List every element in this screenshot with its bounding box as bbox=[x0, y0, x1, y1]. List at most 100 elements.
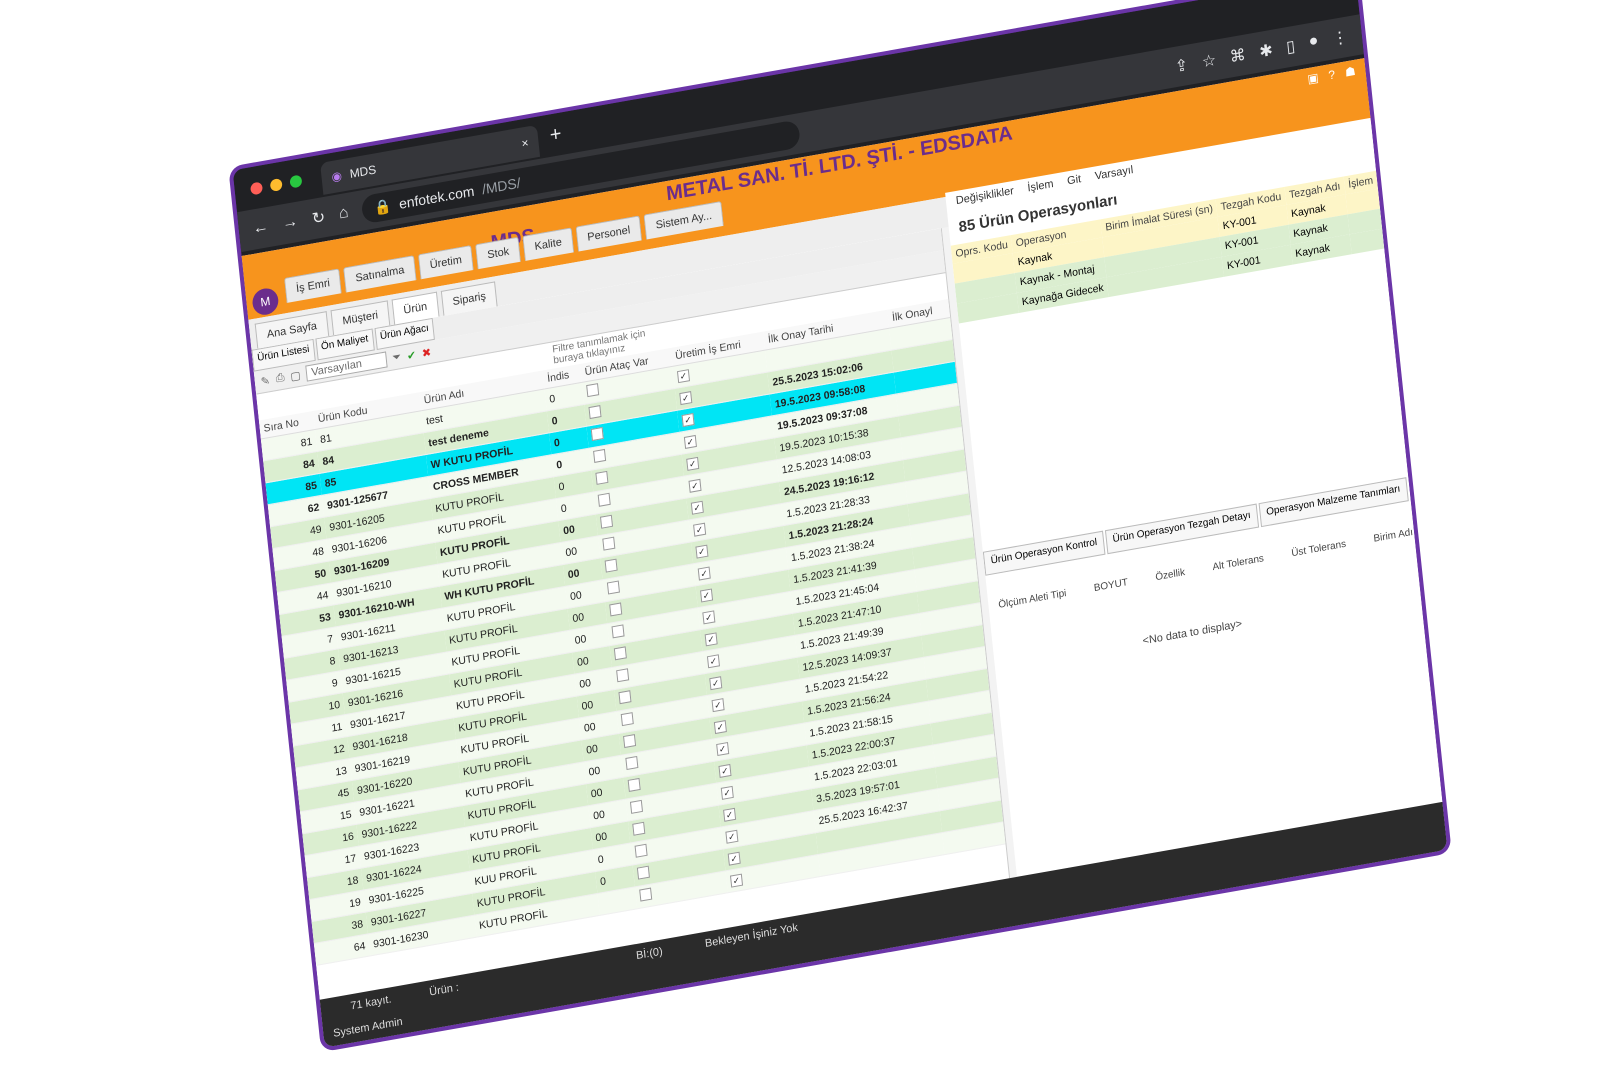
module-tab[interactable]: Personel bbox=[575, 215, 643, 252]
chevron-down-icon[interactable]: ⌄ bbox=[1331, 0, 1344, 2]
atac-checkbox[interactable] bbox=[602, 536, 616, 551]
atac-checkbox[interactable] bbox=[613, 646, 627, 661]
atac-checkbox[interactable] bbox=[606, 580, 621, 595]
atac-checkbox[interactable] bbox=[618, 690, 632, 705]
detail-tab[interactable]: Ürün Operasyon Tezgah Detayı bbox=[1104, 503, 1259, 555]
is-emri-checkbox[interactable]: ✓ bbox=[720, 785, 734, 800]
atac-checkbox[interactable] bbox=[625, 755, 639, 770]
atac-checkbox[interactable] bbox=[597, 492, 611, 507]
control-column-header[interactable]: Birim Adı bbox=[1373, 527, 1414, 545]
atac-checkbox[interactable] bbox=[634, 843, 648, 858]
is-emri-checkbox[interactable]: ✓ bbox=[688, 478, 702, 493]
atac-checkbox[interactable] bbox=[609, 602, 623, 617]
control-column-header[interactable]: BOYUT bbox=[1093, 577, 1128, 594]
tab-close-icon[interactable]: × bbox=[521, 136, 529, 151]
atac-checkbox[interactable] bbox=[588, 405, 602, 420]
atac-checkbox[interactable] bbox=[639, 887, 653, 902]
new-icon[interactable]: ▢ bbox=[290, 368, 302, 383]
help-icon[interactable]: ? bbox=[1328, 67, 1336, 82]
minimize-icon[interactable] bbox=[269, 177, 283, 192]
product-label: Ürün : bbox=[428, 981, 460, 999]
approve-icon[interactable]: ✔ bbox=[406, 348, 416, 363]
is-emri-checkbox[interactable]: ✓ bbox=[725, 829, 739, 844]
is-emri-checkbox[interactable]: ✓ bbox=[718, 763, 732, 778]
close-icon[interactable] bbox=[249, 181, 264, 196]
is-emri-checkbox[interactable]: ✓ bbox=[676, 368, 690, 383]
control-column-header[interactable]: Alt Tolerans bbox=[1212, 553, 1264, 573]
goto-button[interactable]: Git bbox=[1067, 173, 1082, 187]
ops-action bbox=[1349, 229, 1384, 255]
module-tab[interactable]: İş Emri bbox=[283, 268, 342, 303]
control-column-header[interactable]: Ölçüm Aleti Tipi bbox=[998, 588, 1067, 611]
module-tab[interactable]: Üretim bbox=[417, 245, 474, 280]
module-tab[interactable]: Kalite bbox=[522, 227, 574, 261]
is-emri-checkbox[interactable]: ✓ bbox=[715, 741, 730, 756]
star-icon[interactable]: ☆ bbox=[1201, 50, 1217, 72]
detail-tab[interactable]: Ürün Operasyon Kontrol bbox=[982, 530, 1106, 576]
detail-tab[interactable]: Operasyon Malzeme Tanımları bbox=[1258, 477, 1409, 528]
atac-checkbox[interactable] bbox=[627, 777, 641, 792]
delete-icon[interactable]: ✖ bbox=[421, 345, 431, 360]
atac-checkbox[interactable] bbox=[593, 448, 607, 463]
control-column-header[interactable]: Özellik bbox=[1155, 567, 1186, 583]
reload-icon[interactable]: ↻ bbox=[311, 207, 326, 229]
atac-checkbox[interactable] bbox=[636, 865, 651, 880]
is-emri-checkbox[interactable]: ✓ bbox=[692, 522, 707, 537]
edit-icon[interactable]: ✎ bbox=[260, 374, 270, 389]
is-emri-checkbox[interactable]: ✓ bbox=[690, 500, 704, 515]
menu-icon[interactable]: ⋮ bbox=[1331, 27, 1349, 50]
is-emri-checkbox[interactable]: ✓ bbox=[697, 566, 711, 581]
atac-checkbox[interactable] bbox=[586, 383, 600, 398]
filter-icon[interactable]: ⏷ bbox=[392, 350, 402, 364]
atac-checkbox[interactable] bbox=[632, 821, 646, 836]
stage: ◉ MDS × + ⌄ ← → ↻ ⌂ 🔒 enfotek.com/MDS/ ⇪… bbox=[0, 0, 1608, 1080]
is-emri-checkbox[interactable]: ✓ bbox=[722, 807, 736, 822]
atac-checkbox[interactable] bbox=[595, 470, 609, 485]
is-emri-checkbox[interactable]: ✓ bbox=[681, 412, 695, 427]
atac-checkbox[interactable] bbox=[620, 712, 634, 727]
is-emri-checkbox[interactable]: ✓ bbox=[713, 719, 727, 734]
record-count: 71 kayıt. bbox=[349, 993, 393, 1013]
is-emri-checkbox[interactable]: ✓ bbox=[706, 653, 720, 668]
atac-checkbox[interactable] bbox=[623, 734, 637, 749]
atac-checkbox[interactable] bbox=[604, 558, 618, 573]
is-emri-checkbox[interactable]: ✓ bbox=[695, 544, 709, 559]
is-emri-checkbox[interactable]: ✓ bbox=[683, 434, 697, 449]
logo-icon: M bbox=[251, 286, 280, 317]
atac-checkbox[interactable] bbox=[611, 624, 625, 639]
share-icon[interactable]: ⇪ bbox=[1174, 55, 1189, 77]
window-icon[interactable]: ▣ bbox=[1307, 70, 1320, 86]
browser-window: ◉ MDS × + ⌄ ← → ↻ ⌂ 🔒 enfotek.com/MDS/ ⇪… bbox=[232, 0, 1448, 1048]
control-column-header[interactable]: Üst Tolerans bbox=[1291, 539, 1347, 560]
is-emri-checkbox[interactable]: ✓ bbox=[704, 631, 718, 646]
traffic-lights[interactable] bbox=[249, 174, 303, 196]
action-button[interactable]: İşlem bbox=[1027, 178, 1054, 195]
atac-checkbox[interactable] bbox=[590, 426, 604, 442]
profile-icon[interactable]: ● bbox=[1308, 32, 1320, 54]
module-tab[interactable]: Satınalma bbox=[343, 255, 417, 293]
sidebar-icon[interactable]: ▯ bbox=[1285, 36, 1296, 57]
new-tab-icon[interactable]: + bbox=[549, 123, 563, 148]
atac-checkbox[interactable] bbox=[616, 668, 630, 683]
is-emri-checkbox[interactable]: ✓ bbox=[711, 697, 725, 712]
is-emri-checkbox[interactable]: ✓ bbox=[729, 873, 743, 888]
back-icon[interactable]: ← bbox=[252, 218, 270, 239]
is-emri-checkbox[interactable]: ✓ bbox=[727, 851, 741, 866]
is-emri-checkbox[interactable]: ✓ bbox=[686, 456, 700, 471]
print-icon[interactable]: ⎙ bbox=[275, 371, 285, 385]
bi-count[interactable]: Bİ:(0) bbox=[636, 946, 664, 963]
is-emri-checkbox[interactable]: ✓ bbox=[699, 587, 713, 603]
atac-checkbox[interactable] bbox=[630, 799, 644, 814]
maximize-icon[interactable] bbox=[289, 174, 303, 189]
is-emri-checkbox[interactable]: ✓ bbox=[679, 390, 693, 405]
user-icon[interactable]: ☗ bbox=[1344, 64, 1356, 80]
is-emri-checkbox[interactable]: ✓ bbox=[709, 675, 723, 690]
home-icon[interactable]: ⌂ bbox=[338, 204, 349, 224]
atac-checkbox[interactable] bbox=[600, 514, 614, 529]
translate-icon[interactable]: ⌘ bbox=[1229, 45, 1247, 68]
module-tab[interactable]: Stok bbox=[475, 236, 522, 270]
module-tab[interactable]: Sistem Ay... bbox=[643, 200, 725, 240]
forward-icon[interactable]: → bbox=[281, 213, 299, 234]
extensions-icon[interactable]: ✱ bbox=[1258, 40, 1274, 62]
is-emri-checkbox[interactable]: ✓ bbox=[702, 609, 716, 624]
